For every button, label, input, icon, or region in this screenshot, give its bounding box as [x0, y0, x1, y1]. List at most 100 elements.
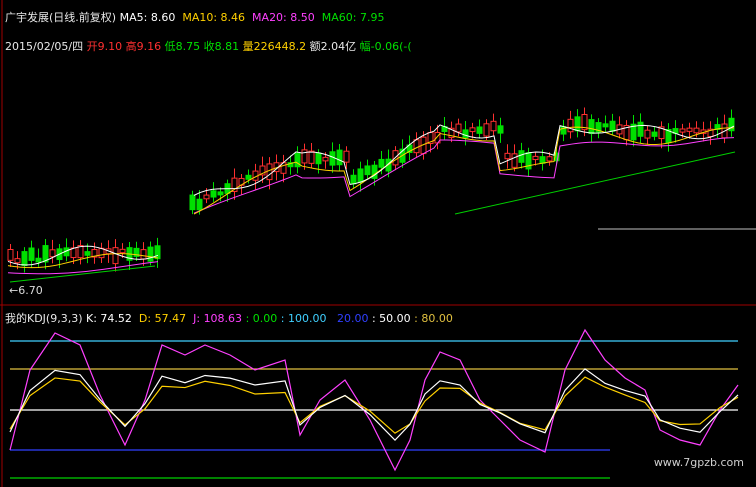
candle-body [644, 129, 651, 139]
candle-body [35, 257, 42, 263]
bar-date: 2015/02/05/四 [5, 40, 84, 53]
candle-body [329, 151, 336, 166]
candle-body [651, 131, 658, 137]
candle-body [308, 150, 315, 164]
candle-body [532, 155, 539, 161]
high-value: 9.16 [136, 40, 162, 53]
candle-body [504, 152, 511, 160]
stock-title: 广宇发展(日线.前复权) [5, 11, 117, 24]
candle-body [679, 128, 686, 133]
low-label: 低 [164, 40, 176, 53]
candle-body [539, 156, 546, 164]
ma20-line [193, 137, 735, 214]
candle-body [637, 121, 644, 137]
candle-body [693, 127, 700, 134]
ma60-line-right [454, 151, 736, 215]
candle-body [140, 249, 147, 260]
watermark: www.7gpzb.com [653, 456, 744, 469]
candle-body [574, 116, 581, 132]
candle-body [343, 150, 350, 163]
candle-body [322, 156, 329, 162]
close-value: 8.81 [214, 40, 240, 53]
candle-body [483, 123, 490, 137]
level-0: : 0.00 [245, 312, 278, 325]
level-50: : 50.00 [371, 312, 411, 325]
bar-info: 2015/02/05/四 开9.10 高9.16 低8.75 收8.81 量22… [5, 38, 412, 54]
candle-body [350, 174, 357, 185]
ma5-label: MA5: [119, 11, 148, 24]
candle-body [455, 123, 462, 133]
candle-body [413, 139, 420, 154]
candle-body [364, 165, 371, 176]
ma60-label: MA60: [321, 11, 357, 24]
k-label: K: [86, 312, 97, 325]
j-value: 108.63 [203, 312, 243, 325]
ma20-label: MA20: [252, 11, 287, 24]
candle-body [147, 246, 154, 262]
candle-body [315, 152, 322, 165]
min-price-label: ←6.70 [9, 284, 43, 297]
volume-value: 226448.2 [253, 40, 307, 53]
ma10-label: MA10: [182, 11, 218, 24]
candle-body [609, 120, 616, 132]
candle-body [336, 149, 343, 166]
level-80: : 80.00 [414, 312, 453, 325]
candle-body [567, 118, 574, 133]
candle-body [112, 247, 119, 265]
candle-body [196, 198, 203, 211]
k-value: 74.52 [100, 312, 132, 325]
candle-body [154, 245, 161, 260]
d-label: D: [138, 312, 152, 325]
candle-body [203, 194, 210, 200]
price-header: 广宇发展(日线.前复权) MA5: 8.60 MA10: 8.46 MA20: … [5, 9, 384, 25]
kdj-j-line [9, 328, 739, 472]
candle-body [301, 149, 308, 164]
amount-value: 2.04亿 [320, 40, 357, 53]
candle-body [210, 190, 217, 198]
candle-body [476, 126, 483, 134]
candle-body [462, 129, 469, 139]
candle-body [7, 248, 14, 261]
candle-body [49, 249, 56, 258]
volume-label: 量 [242, 40, 254, 53]
candle-body [245, 174, 252, 180]
ma10-value: 8.46 [220, 11, 246, 24]
candle-body [469, 127, 476, 133]
j-label: J: [193, 312, 201, 325]
candle-body [686, 127, 693, 132]
level-20: 20.00 [336, 312, 369, 325]
close-label: 收 [203, 40, 215, 53]
candle-body [602, 123, 609, 128]
candle-body [119, 248, 126, 254]
candle-body [189, 194, 196, 211]
candle-body [588, 119, 595, 135]
candle-body [518, 150, 525, 163]
candle-body [546, 156, 553, 162]
change-value: -0.06(-( [370, 40, 412, 53]
open-label: 开 [86, 40, 98, 53]
ma60-value: 7.95 [359, 11, 385, 24]
kdj-d-line [9, 376, 739, 434]
candle-body [21, 251, 28, 267]
kdj-name: 我的KDJ(9,3,3) [5, 312, 83, 325]
d-value: 57.47 [154, 312, 187, 325]
candle-body [84, 251, 91, 256]
candle-body [266, 163, 273, 181]
level-100: : 100.00 [280, 312, 327, 325]
high-label: 高 [125, 40, 137, 53]
chart-canvas [0, 0, 756, 487]
candle-body [217, 191, 224, 196]
kdj-header: 我的KDJ(9,3,3) K: 74.52 D: 57.47 J: 108.63… [5, 310, 453, 326]
candle-body [98, 247, 105, 259]
candle-body [28, 247, 35, 261]
ma20-value: 8.50 [290, 11, 315, 24]
candle-body [378, 158, 385, 168]
candle-body [490, 120, 497, 132]
amount-label: 额 [309, 40, 321, 53]
change-label: 幅 [359, 40, 371, 53]
ma5-value: 8.60 [150, 11, 176, 24]
kdj-k-line [9, 368, 739, 441]
candle-body [511, 153, 518, 168]
candle-body [14, 258, 21, 264]
candle-body [497, 125, 504, 134]
